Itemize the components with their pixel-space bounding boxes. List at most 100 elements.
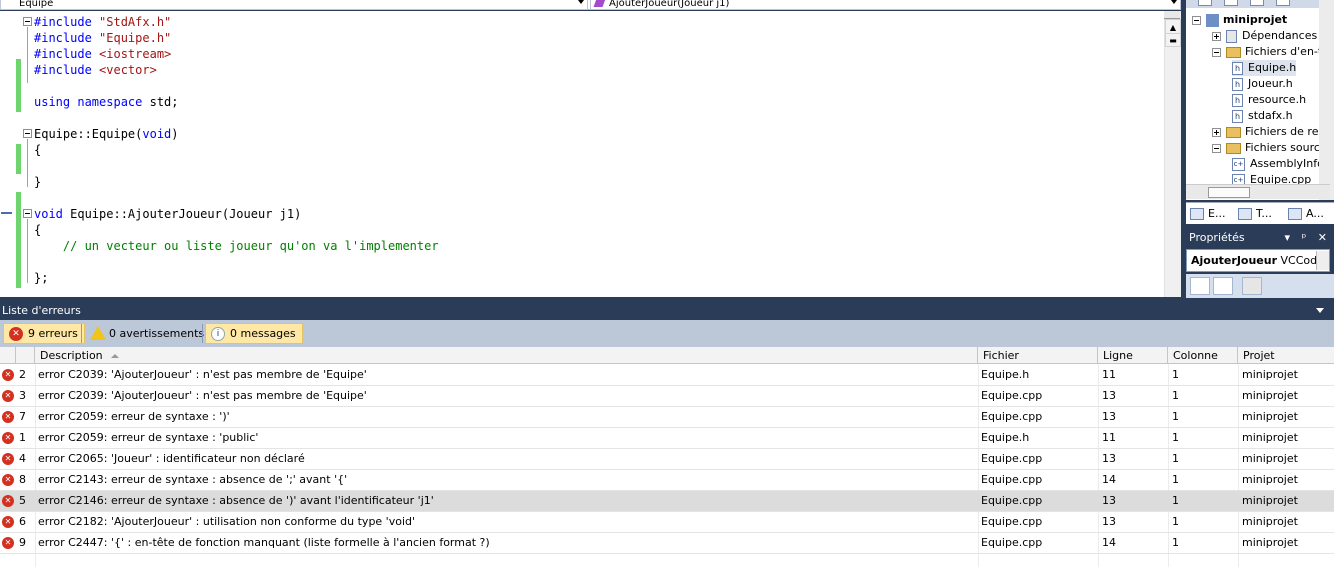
solution-explorer-icon xyxy=(1190,208,1204,220)
error-project: miniprojet xyxy=(1242,494,1298,507)
error-row[interactable]: ✕ 8 error C2143: erreur de syntaxe : absen… xyxy=(0,470,1334,491)
collapse-icon[interactable] xyxy=(23,129,32,138)
tree-node[interactable]: h stdafx.h xyxy=(1232,108,1293,124)
solution-vertical-scrollbar[interactable] xyxy=(1319,0,1334,200)
tree-node[interactable]: Fichiers d'en-tête xyxy=(1212,44,1334,60)
collapse-icon[interactable] xyxy=(1212,143,1221,153)
error-row[interactable]: ✕ 4 error C2065: 'Joueur' : identificateur… xyxy=(0,449,1334,470)
code-line[interactable]: { xyxy=(34,222,439,238)
property-pages-icon[interactable] xyxy=(1242,277,1262,295)
properties-object-selector[interactable]: AjouterJoueur VCCodeFunction xyxy=(1186,249,1330,272)
editor-vertical-scrollbar[interactable]: ▲ ▬ xyxy=(1164,11,1181,297)
folder-icon xyxy=(1226,142,1241,154)
code-line[interactable] xyxy=(34,190,439,206)
chevron-down-icon[interactable] xyxy=(1316,251,1329,270)
column-header-project[interactable]: Projet xyxy=(1238,347,1334,364)
folder-icon xyxy=(1226,126,1241,138)
code-line[interactable] xyxy=(34,158,439,174)
column-header-line[interactable]: Ligne xyxy=(1098,347,1168,364)
error-row[interactable]: ✕ 1 error C2059: erreur de syntaxe : 'publ… xyxy=(0,428,1334,449)
code-line[interactable] xyxy=(34,78,439,94)
code-text[interactable]: #include "StdAfx.h" #include "Equipe.h" #i… xyxy=(34,14,439,286)
alphabetical-icon[interactable] xyxy=(1213,277,1233,295)
window-menu-icon[interactable] xyxy=(1316,308,1324,313)
member-dropdown[interactable]: AjouterJoueur(Joueur j1) xyxy=(590,0,1181,10)
code-line[interactable]: Equipe::Equipe(void) xyxy=(34,126,439,142)
window-buttons[interactable]: ▾ ᵖ ✕ xyxy=(1285,228,1331,247)
code-line[interactable] xyxy=(34,254,439,270)
code-token: "Equipe.h" xyxy=(99,31,172,45)
column-header-column[interactable]: Colonne xyxy=(1168,347,1238,364)
error-description: error C2059: erreur de syntaxe : 'public… xyxy=(38,431,259,444)
tree-node[interactable]: h Equipe.h xyxy=(1232,60,1297,76)
column-header-order[interactable] xyxy=(16,347,35,364)
column-header-description[interactable]: Description xyxy=(35,347,978,364)
collapse-icon[interactable] xyxy=(23,209,32,218)
tree-node[interactable]: Fichiers sources xyxy=(1212,140,1332,156)
errors-filter-button[interactable]: ✕ 9 erreurs xyxy=(3,323,85,344)
error-file: Equipe.cpp xyxy=(981,452,1043,465)
code-line[interactable]: } xyxy=(34,174,439,190)
expand-icon[interactable] xyxy=(1212,127,1221,137)
chevron-down-icon[interactable] xyxy=(578,0,584,4)
tab-label: E... xyxy=(1208,207,1226,220)
tree-node[interactable]: Dépendances xyxy=(1212,28,1317,44)
code-line[interactable]: #include "StdAfx.h" xyxy=(34,14,439,30)
column-header-icon[interactable] xyxy=(0,347,16,364)
scroll-thumb[interactable] xyxy=(1208,187,1250,198)
view-code-icon[interactable] xyxy=(1276,0,1290,6)
tree-node-label: Dépendances xyxy=(1242,29,1318,42)
error-row[interactable]: ✕ 6 error C2182: 'AjouterJoueur' : utilisa… xyxy=(0,512,1334,533)
code-line[interactable] xyxy=(34,110,439,126)
categorized-icon[interactable] xyxy=(1190,277,1210,295)
collapse-icon[interactable] xyxy=(23,17,32,26)
error-row[interactable]: ✕ 3 error C2039: 'AjouterJoueur' : n'est p… xyxy=(0,386,1334,407)
refresh-icon[interactable] xyxy=(1250,0,1264,6)
error-line: 11 xyxy=(1102,368,1116,381)
error-description: error C2447: '{' : en-tête de fonction m… xyxy=(38,536,490,549)
error-grid: Description Fichier Ligne Colonne Projet… xyxy=(0,347,1334,567)
code-line[interactable]: #include <vector> xyxy=(34,62,439,78)
error-row[interactable]: ✕ 2 error C2039: 'AjouterJoueur' : n'est p… xyxy=(0,365,1334,386)
error-file: Equipe.cpp xyxy=(981,515,1043,528)
code-line[interactable]: #include <iostream> xyxy=(34,46,439,62)
change-bar xyxy=(16,192,21,288)
warnings-filter-button[interactable]: 0 avertissements xyxy=(84,323,211,344)
error-row[interactable]: ✕ 5 error C2146: erreur de syntaxe : absen… xyxy=(0,491,1334,512)
code-line[interactable]: void Equipe::AjouterJoueur(Joueur j1) xyxy=(34,206,439,222)
code-line[interactable]: { xyxy=(34,142,439,158)
tab-solution-explorer[interactable]: E... xyxy=(1188,205,1225,225)
chevron-down-icon[interactable] xyxy=(1171,0,1177,4)
error-column: 1 xyxy=(1172,473,1179,486)
code-line[interactable]: #include "Equipe.h" xyxy=(34,30,439,46)
object-name: AjouterJoueur xyxy=(1191,254,1278,267)
error-row[interactable]: ✕ 7 error C2059: erreur de syntaxe : ')' Eq… xyxy=(0,407,1334,428)
error-description: error C2146: erreur de syntaxe : absence… xyxy=(38,494,434,507)
info-icon: i xyxy=(211,327,225,341)
class-dropdown[interactable]: Equipe xyxy=(0,0,588,10)
editor-split-handle[interactable] xyxy=(1164,11,1180,19)
tab-team-explorer[interactable]: T... xyxy=(1236,205,1272,225)
code-token: void xyxy=(142,127,172,141)
collapse-icon[interactable] xyxy=(1192,15,1201,25)
code-line[interactable]: }; xyxy=(34,270,439,286)
selection-margin[interactable] xyxy=(0,11,14,297)
properties-icon[interactable] xyxy=(1198,0,1212,6)
show-all-files-icon[interactable] xyxy=(1224,0,1238,6)
tree-node[interactable]: Fichiers de ressources xyxy=(1212,124,1334,140)
error-project: miniprojet xyxy=(1242,431,1298,444)
tree-node[interactable]: h resource.h xyxy=(1232,92,1306,108)
column-header-file[interactable]: Fichier xyxy=(978,347,1098,364)
messages-filter-button[interactable]: i 0 messages xyxy=(205,323,303,344)
solution-horizontal-scrollbar[interactable] xyxy=(1186,184,1330,199)
tab-class-view[interactable]: A... xyxy=(1286,205,1324,225)
scroll-thumb[interactable]: ▬ xyxy=(1165,33,1181,47)
code-line[interactable]: // un vecteur ou liste joueur qu'on va l… xyxy=(34,238,439,254)
code-editor[interactable]: #include "StdAfx.h" #include "Equipe.h" #i… xyxy=(0,11,1181,297)
tree-node[interactable]: h Joueur.h xyxy=(1232,76,1293,92)
collapse-icon[interactable] xyxy=(1212,47,1221,57)
error-row[interactable]: ✕ 9 error C2447: '{' : en-tête de fonction… xyxy=(0,533,1334,554)
tree-node[interactable]: miniprojet xyxy=(1192,12,1287,28)
expand-icon[interactable] xyxy=(1212,31,1221,41)
code-line[interactable]: using namespace std; xyxy=(34,94,439,110)
